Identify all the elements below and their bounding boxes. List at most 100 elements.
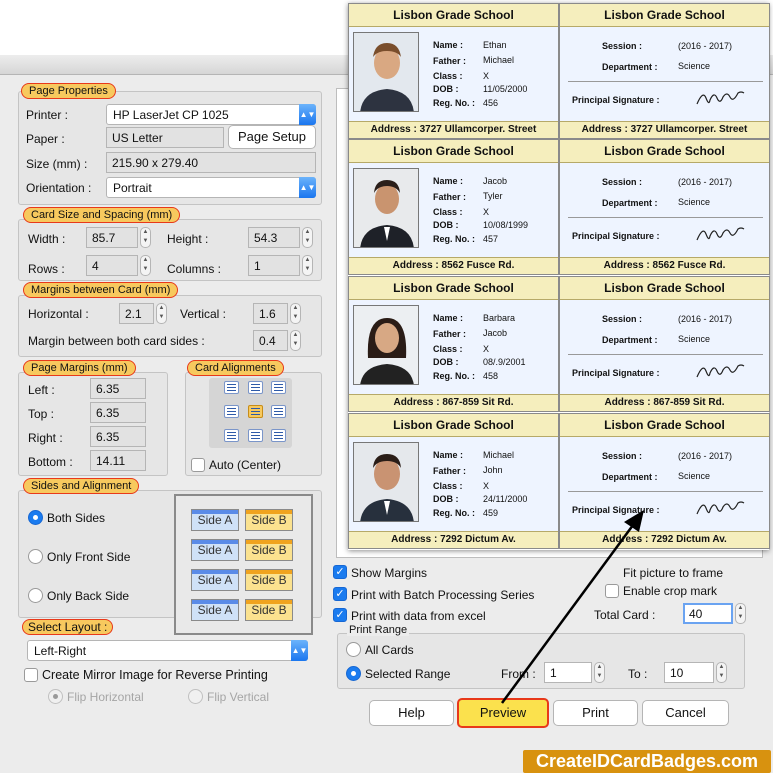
show-margins-checkbox[interactable]: ✓ [333, 565, 347, 579]
mirror-image-checkbox[interactable] [24, 668, 38, 682]
horizontal-field[interactable]: 2.1 [119, 303, 154, 324]
address-value: 867-859 Sit Rd. [442, 397, 514, 408]
top-margin-label: Top : [28, 407, 55, 421]
align-top-center-icon[interactable] [248, 381, 263, 394]
department-label: Department : [602, 472, 658, 482]
session-label: Session : [602, 451, 643, 461]
class-label: Class : [433, 207, 463, 217]
orientation-select[interactable]: Portrait ▲▼ [106, 177, 316, 198]
only-front-radio[interactable] [28, 549, 43, 564]
principal-signature-label: Principal Signature : [572, 95, 660, 105]
id-card-front: Lisbon Grade School Name : Barbara Fathe… [348, 276, 559, 412]
all-cards-label: All Cards [365, 643, 414, 657]
class-label: Class : [433, 481, 463, 491]
rows-stepper[interactable]: ▲ ▼ [140, 255, 151, 276]
align-top-left-icon[interactable] [224, 381, 239, 394]
address-label: Address : [604, 397, 651, 408]
selected-range-radio[interactable] [346, 666, 361, 681]
align-top-right-icon[interactable] [271, 381, 286, 394]
signature-image [696, 91, 745, 105]
address-value: 7292 Dictum Av. [651, 534, 727, 545]
columns-stepper[interactable]: ▲ ▼ [302, 255, 313, 276]
height-stepper[interactable]: ▲ ▼ [302, 227, 313, 248]
auto-center-checkbox[interactable] [191, 458, 205, 472]
align-bottom-right-icon[interactable] [271, 429, 286, 442]
right-margin-label: Right : [28, 431, 63, 445]
address-label: Address : [581, 124, 628, 135]
batch-processing-checkbox[interactable]: ✓ [333, 587, 347, 601]
page-setup-button[interactable]: Page Setup [228, 125, 316, 149]
left-margin-field[interactable]: 6.35 [90, 378, 146, 399]
data-from-excel-label: Print with data from excel [351, 609, 486, 623]
vertical-field[interactable]: 1.6 [253, 303, 288, 324]
align-bottom-left-icon[interactable] [224, 429, 239, 442]
reg-label: Reg. No. : [433, 508, 475, 518]
school-name: Lisbon Grade School [560, 4, 769, 27]
top-margin-field[interactable]: 6.35 [90, 402, 146, 423]
enable-crop-checkbox[interactable] [605, 584, 619, 598]
help-button[interactable]: Help [369, 700, 454, 726]
name-label: Name : [433, 313, 464, 323]
show-margins-label: Show Margins [351, 566, 428, 580]
layout-select[interactable]: Left-Right ▲▼ [27, 640, 308, 661]
vertical-label: Vertical : [180, 307, 227, 321]
school-name: Lisbon Grade School [560, 414, 769, 437]
only-back-radio[interactable] [28, 588, 43, 603]
align-middle-left-icon[interactable] [224, 405, 239, 418]
side-a-tile: Side A [191, 509, 239, 531]
printer-select[interactable]: HP LaserJet CP 1025 ▲▼ [106, 104, 316, 125]
preview-button[interactable]: Preview [457, 698, 549, 728]
horizontal-stepper[interactable]: ▲ ▼ [156, 303, 167, 324]
align-middle-right-icon[interactable] [271, 405, 286, 418]
id-card-front: Lisbon Grade School Name : Michael Fathe… [348, 413, 559, 549]
flip-vertical-radio[interactable] [188, 689, 203, 704]
signature-image [696, 227, 745, 241]
vertical-stepper[interactable]: ▲ ▼ [290, 303, 301, 324]
right-margin-field[interactable]: 6.35 [90, 426, 146, 447]
card-alignments-caption: Card Alignments [187, 360, 284, 376]
height-label: Height : [167, 232, 209, 246]
address-value: 867-859 Sit Rd. [653, 397, 725, 408]
both-sides-margin-stepper[interactable]: ▲ ▼ [290, 330, 301, 351]
bottom-margin-field[interactable]: 14.11 [90, 450, 146, 471]
dob-label: DOB : [433, 494, 459, 504]
enable-crop-label: Enable crop mark [623, 584, 718, 598]
from-field[interactable]: 1 [544, 662, 592, 683]
flip-horizontal-radio[interactable] [48, 689, 63, 704]
width-field[interactable]: 85.7 [86, 227, 138, 248]
horizontal-label: Horizontal : [28, 307, 89, 321]
rows-field[interactable]: 4 [86, 255, 138, 276]
address-footer: Address : 867-859 Sit Rd. [560, 394, 769, 411]
session-label: Session : [602, 177, 643, 187]
chevron-down-icon: ▲▼ [299, 177, 316, 198]
dob-value: 10/08/1999 [483, 220, 529, 230]
cancel-button[interactable]: Cancel [642, 700, 729, 726]
print-button[interactable]: Print [553, 700, 638, 726]
both-sides-radio[interactable] [28, 510, 43, 525]
total-card-stepper[interactable]: ▲ ▼ [735, 603, 746, 624]
address-label: Address : [391, 534, 438, 545]
total-card-field[interactable]: 40 [683, 603, 733, 624]
size-label: Size (mm) : [26, 157, 88, 171]
address-footer: Address : 8562 Fusce Rd. [349, 257, 558, 274]
total-card-label: Total Card : [594, 608, 656, 622]
align-bottom-center-icon[interactable] [248, 429, 263, 442]
student-name: Ethan [483, 40, 507, 50]
department-value: Science [678, 471, 711, 481]
name-label: Name : [433, 40, 464, 50]
data-from-excel-checkbox[interactable]: ✓ [333, 608, 347, 622]
height-field[interactable]: 54.3 [248, 227, 300, 248]
width-stepper[interactable]: ▲ ▼ [140, 227, 151, 248]
orientation-value: Portrait [113, 181, 152, 195]
to-stepper[interactable]: ▲ ▼ [716, 662, 727, 683]
from-stepper[interactable]: ▲ ▼ [594, 662, 605, 683]
both-sides-margin-field[interactable]: 0.4 [253, 330, 288, 351]
columns-field[interactable]: 1 [248, 255, 300, 276]
align-middle-center-icon[interactable] [248, 405, 263, 418]
to-field[interactable]: 10 [664, 662, 714, 683]
student-name: Michael [483, 450, 515, 460]
department-label: Department : [602, 198, 658, 208]
width-label: Width : [28, 232, 66, 246]
all-cards-radio[interactable] [346, 642, 361, 657]
card-size-caption: Card Size and Spacing (mm) [23, 207, 181, 223]
